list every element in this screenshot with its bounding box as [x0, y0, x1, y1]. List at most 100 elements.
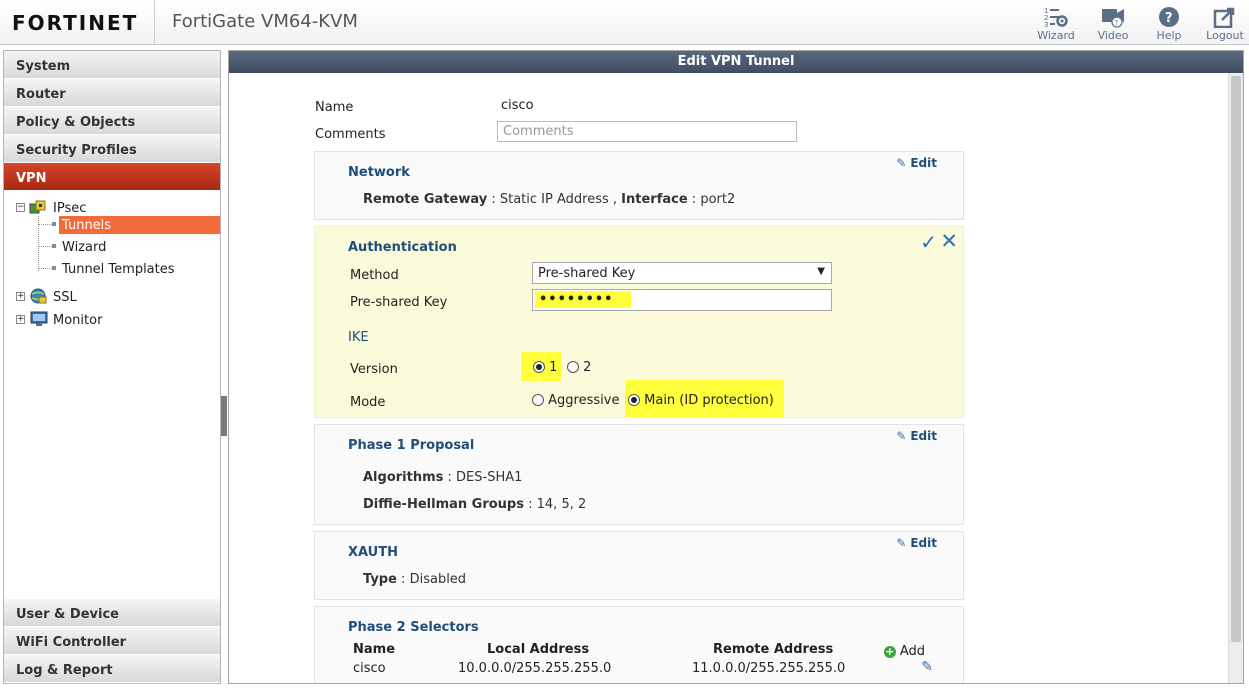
vertical-scrollbar[interactable]	[1228, 73, 1243, 683]
method-select[interactable]: Pre-shared Key ▼	[532, 262, 832, 284]
svg-text:?: ?	[1165, 11, 1173, 26]
nav-section-security-profiles[interactable]: Security Profiles	[4, 135, 220, 163]
interface-label: Interface	[621, 192, 688, 207]
ipsec-icon	[29, 200, 46, 214]
tree-item-wizard[interactable]: Wizard	[62, 240, 106, 255]
selector-remote-cell: 11.0.0.0/255.255.255.0	[692, 661, 846, 676]
remote-gateway-label: Remote Gateway	[363, 192, 488, 207]
mode-main-label: Main (ID protection)	[644, 393, 774, 408]
nav-section-log-report[interactable]: Log & Report	[4, 655, 220, 683]
selector-name-cell: cisco	[353, 661, 386, 676]
radio-selected-icon	[533, 361, 545, 373]
xauth-type-line: Type : Disabled	[363, 572, 467, 587]
dh-groups-label: Diffie-Hellman Groups	[363, 497, 524, 512]
pencil-icon: ✎	[896, 536, 907, 550]
nav-bottom: User & Device WiFi Controller Log & Repo…	[4, 599, 220, 683]
sidebar: System Router Policy & Objects Security …	[3, 50, 221, 684]
mode-aggressive-label: Aggressive	[548, 393, 620, 408]
version-option-1[interactable]: 1	[533, 360, 557, 375]
method-label: Method	[350, 268, 399, 283]
nav-section-system[interactable]: System	[4, 51, 220, 79]
ssl-icon	[30, 288, 47, 304]
authentication-title: Authentication	[348, 240, 457, 255]
nav-section-policy-objects[interactable]: Policy & Objects	[4, 107, 220, 135]
xauth-type-label: Type	[363, 572, 397, 587]
tree-item-ipsec[interactable]: IPsec	[53, 201, 86, 216]
xauth-edit-button[interactable]: ✎ Edit	[896, 536, 937, 550]
edit-selector-pencil-icon[interactable]: ✎	[921, 659, 933, 675]
add-selector-button[interactable]: + Add	[883, 644, 925, 659]
algorithms-line: Algorithms : DES-SHA1	[363, 470, 523, 485]
tree-item-ssl[interactable]: SSL	[53, 290, 77, 305]
sidebar-splitter[interactable]	[221, 50, 227, 684]
wizard-label: Wizard	[1037, 29, 1075, 42]
xauth-type-value: Disabled	[409, 572, 467, 587]
column-header-remote-address: Remote Address	[713, 642, 834, 657]
main-panel: Edit VPN Tunnel Name cisco Comments Comm…	[228, 50, 1244, 684]
expand-toggle-icon[interactable]: +	[16, 292, 25, 301]
cancel-icon[interactable]: ✕	[940, 229, 958, 253]
tree-connector	[38, 268, 52, 269]
phase2-section: Phase 2 Selectors + Add Name Local Addre…	[314, 606, 964, 683]
bullet-icon	[52, 222, 56, 226]
dropdown-arrow-icon: ▼	[817, 266, 825, 277]
xauth-title: XAUTH	[348, 545, 398, 560]
video-icon: ?	[1102, 9, 1124, 28]
phase1-title: Phase 1 Proposal	[348, 438, 475, 453]
network-summary: Remote Gateway : Static IP Address , Int…	[363, 192, 736, 207]
svg-text:3: 3	[1044, 21, 1048, 28]
comments-field[interactable]: Comments	[497, 121, 797, 142]
name-value[interactable]: cisco	[501, 98, 534, 113]
logo-text: FORTINET	[12, 10, 139, 35]
logout-icon	[1213, 7, 1235, 28]
video-button[interactable]: ? Video	[1087, 4, 1139, 44]
interface-value: port2	[700, 192, 736, 207]
psk-label: Pre-shared Key	[350, 295, 448, 310]
scrollbar-thumb[interactable]	[1231, 76, 1241, 642]
nav-section-router[interactable]: Router	[4, 79, 220, 107]
version-option-2[interactable]: 2	[567, 360, 591, 375]
wizard-icon: 1 2 3	[1044, 7, 1068, 28]
svg-text:?: ?	[1115, 19, 1119, 27]
expand-toggle-icon[interactable]: +	[16, 315, 25, 324]
column-header-local-address: Local Address	[487, 642, 590, 657]
help-icon: ?	[1159, 7, 1179, 27]
help-label: Help	[1156, 29, 1182, 42]
radio-selected-icon	[628, 394, 640, 406]
comments-label: Comments	[315, 127, 386, 142]
selector-local-cell: 10.0.0.0/255.255.255.0	[458, 661, 612, 676]
bullet-icon	[52, 244, 56, 248]
tree-item-tunnels[interactable]: Tunnels	[59, 216, 220, 234]
version-option-2-label: 2	[583, 360, 592, 375]
radio-unselected-icon	[532, 394, 544, 406]
network-section: Network ✎ Edit Remote Gateway : Static IP…	[314, 151, 964, 220]
mode-option-aggressive[interactable]: Aggressive	[532, 393, 619, 408]
edit-label: Edit	[910, 156, 937, 170]
help-button[interactable]: ? Help	[1143, 4, 1195, 44]
nav-section-user-device[interactable]: User & Device	[4, 599, 220, 627]
tree-item-tunnel-templates[interactable]: Tunnel Templates	[62, 262, 175, 277]
phase1-edit-button[interactable]: ✎ Edit	[896, 429, 937, 443]
splitter-grip[interactable]	[221, 396, 227, 436]
nav-section-wifi-controller[interactable]: WiFi Controller	[4, 627, 220, 655]
pencil-icon: ✎	[896, 429, 907, 443]
radio-unselected-icon	[567, 361, 579, 373]
dh-groups-value: 14, 5, 2	[536, 497, 587, 512]
video-label: Video	[1097, 29, 1129, 42]
psk-field[interactable]: ••••••••	[532, 289, 832, 311]
tree-item-monitor[interactable]: Monitor	[53, 313, 102, 328]
network-edit-button[interactable]: ✎ Edit	[896, 156, 937, 170]
logout-button[interactable]: Logout	[1199, 4, 1249, 44]
authentication-section: Authentication ✓ ✕ Method Pre-shared Key…	[314, 226, 964, 418]
network-title: Network	[348, 165, 410, 180]
collapse-toggle-icon[interactable]: −	[16, 203, 25, 212]
confirm-icon[interactable]: ✓	[920, 230, 937, 254]
name-label: Name	[315, 100, 354, 115]
monitor-icon	[30, 311, 48, 326]
edit-label: Edit	[910, 429, 937, 443]
nav-section-vpn[interactable]: VPN	[4, 163, 220, 191]
remote-gateway-value: Static IP Address	[499, 192, 609, 207]
version-option-1-label: 1	[549, 360, 558, 375]
mode-option-main[interactable]: Main (ID protection)	[625, 380, 784, 417]
wizard-button[interactable]: 1 2 3 Wizard	[1030, 4, 1082, 44]
